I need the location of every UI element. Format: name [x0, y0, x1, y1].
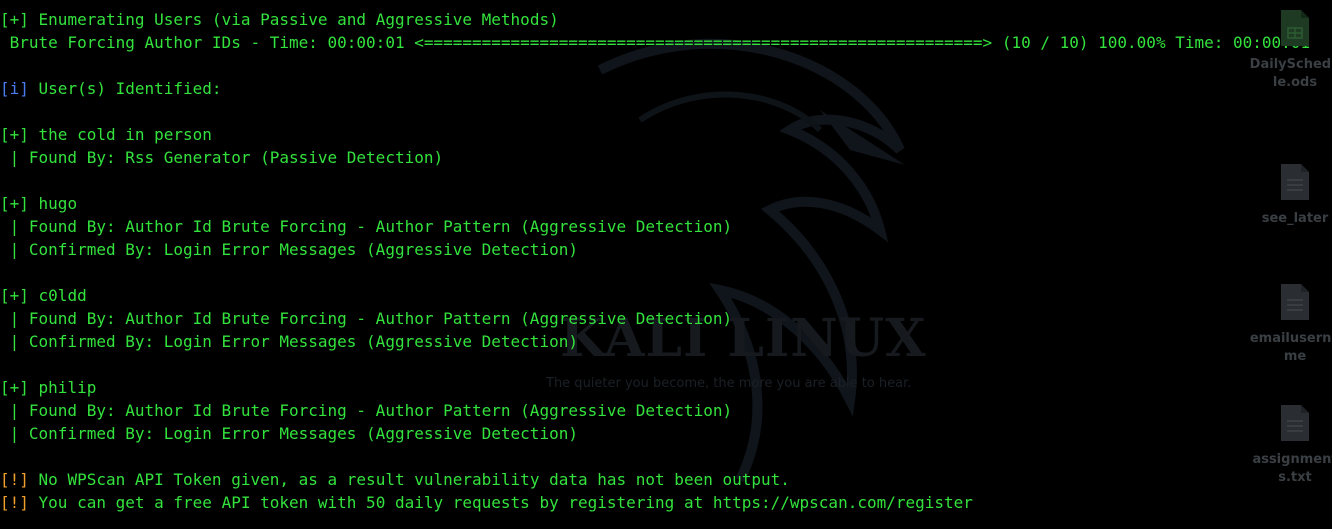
success-indicator: [+] — [0, 125, 29, 144]
warning-indicator: [!] — [0, 493, 29, 512]
terminal-line-text: hugo — [28, 194, 78, 213]
terminal-line: | Found By: Author Id Brute Forcing - Au… — [0, 215, 1332, 238]
terminal-line: | Found By: Rss Generator (Passive Detec… — [0, 146, 1332, 169]
desktop-icons: DailySchedu le.ods see_later emailuserna… — [1236, 0, 1332, 529]
terminal-line: Brute Forcing Author IDs - Time: 00:00:0… — [0, 31, 1332, 54]
icon-label-line1: DailySchedu — [1249, 57, 1332, 72]
text-file-icon — [1281, 405, 1309, 441]
terminal-line-text: | Confirmed By: Login Error Messages (Ag… — [0, 332, 578, 351]
terminal-line-text: the cold in person — [28, 125, 212, 144]
icon-label-line2: s.txt — [1278, 470, 1312, 485]
terminal-line: [!] You can get a free API token with 50… — [0, 491, 1332, 514]
desktop-icon-emailusername[interactable]: emailuserna me — [1236, 282, 1332, 366]
terminal-line-text: c0ldd — [28, 286, 87, 305]
terminal-line: [+] the cold in person — [0, 123, 1332, 146]
terminal-output[interactable]: [+] Enumerating Users (via Passive and A… — [0, 8, 1332, 514]
warning-indicator: [!] — [0, 470, 29, 489]
icon-label-line1: emailuserna — [1249, 331, 1332, 346]
terminal-line: [+] c0ldd — [0, 284, 1332, 307]
terminal-line: [!] No WPScan API Token given, as a resu… — [0, 468, 1332, 491]
icon-label-line1: assignment — [1252, 452, 1332, 467]
terminal-line-text: Brute Forcing Author IDs - Time: 00:00:0… — [0, 33, 1311, 52]
spreadsheet-icon — [1281, 10, 1309, 46]
terminal-line-text: | Found By: Rss Generator (Passive Detec… — [0, 148, 444, 167]
icon-label-line1: see_later — [1261, 211, 1329, 226]
terminal-line-text: | Found By: Author Id Brute Forcing - Au… — [0, 401, 733, 420]
terminal-line: [+] philip — [0, 376, 1332, 399]
terminal-line-text: | Confirmed By: Login Error Messages (Ag… — [0, 424, 578, 443]
desktop-icon-dailyschedule[interactable]: DailySchedu le.ods — [1236, 8, 1332, 92]
info-indicator: [i] — [0, 79, 29, 98]
terminal-line: | Found By: Author Id Brute Forcing - Au… — [0, 307, 1332, 330]
terminal-line-text: No WPScan API Token given, as a result v… — [28, 470, 790, 489]
success-indicator: [+] — [0, 10, 29, 29]
icon-label-line2: le.ods — [1272, 75, 1318, 90]
desktop-icon-see-later[interactable]: see_later — [1236, 162, 1332, 228]
terminal-line: | Confirmed By: Login Error Messages (Ag… — [0, 422, 1332, 445]
terminal-line-text: User(s) Identified: — [28, 79, 222, 98]
success-indicator: [+] — [0, 378, 29, 397]
terminal-line-text: | Found By: Author Id Brute Forcing - Au… — [0, 309, 733, 328]
terminal-line: | Confirmed By: Login Error Messages (Ag… — [0, 330, 1332, 353]
success-indicator: [+] — [0, 194, 29, 213]
terminal-line: | Confirmed By: Login Error Messages (Ag… — [0, 238, 1332, 261]
terminal-line-text: | Found By: Author Id Brute Forcing - Au… — [0, 217, 733, 236]
success-indicator: [+] — [0, 286, 29, 305]
terminal-line-text: You can get a free API token with 50 dai… — [28, 493, 973, 512]
terminal-line: [+] hugo — [0, 192, 1332, 215]
terminal-line: [+] Enumerating Users (via Passive and A… — [0, 8, 1332, 31]
desktop-icon-assignments[interactable]: assignment s.txt — [1236, 403, 1332, 487]
text-file-icon — [1281, 164, 1309, 200]
terminal-line-text: | Confirmed By: Login Error Messages (Ag… — [0, 240, 578, 259]
terminal-line-text: philip — [28, 378, 97, 397]
terminal-line-text: Enumerating Users (via Passive and Aggre… — [28, 10, 559, 29]
terminal-line: [i] User(s) Identified: — [0, 77, 1332, 100]
text-file-icon — [1281, 284, 1309, 320]
icon-label-line2: me — [1283, 349, 1307, 364]
terminal-line: | Found By: Author Id Brute Forcing - Au… — [0, 399, 1332, 422]
